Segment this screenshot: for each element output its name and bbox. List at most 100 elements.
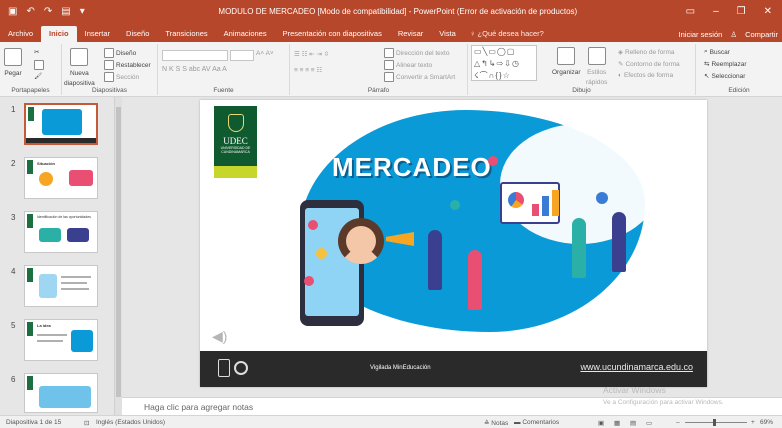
- align-buttons[interactable]: ≡ ≡ ≡ ≡ ☷: [294, 66, 322, 74]
- reading-view-icon[interactable]: ▤: [630, 419, 636, 427]
- zoom-level[interactable]: 69%: [760, 419, 773, 426]
- slide-thumbnail-6[interactable]: [24, 373, 98, 413]
- ribbon-display-icon[interactable]: ▭: [686, 6, 695, 17]
- grow-font-button[interactable]: A˄ A˅: [256, 50, 274, 57]
- styles-label: Estilos: [587, 69, 607, 76]
- text-direction-label: Dirección del texto: [396, 49, 450, 57]
- thumb-logo: [27, 376, 33, 390]
- paint-bucket-icon: ◈: [618, 49, 623, 56]
- layout-button[interactable]: Diseño: [104, 48, 136, 58]
- footer-url[interactable]: www.ucundinamarca.edu.co: [580, 362, 693, 372]
- thumbnail-scrollbar[interactable]: [114, 97, 122, 415]
- ribbon-inicio: Pegar ✂ 🖌 Portapapeles Nueva diapositiva…: [0, 42, 782, 97]
- tab-presentacion[interactable]: Presentación con diapositivas: [275, 26, 390, 42]
- format-painter-button[interactable]: 🖌: [34, 72, 42, 80]
- arrange-icon: [557, 47, 576, 65]
- signin-link[interactable]: Iniciar sesión: [679, 30, 723, 39]
- group-editing: ⌕ Buscar ⇆ Reemplazar ↖ Seleccionar Edición: [696, 44, 782, 95]
- zoom-slider[interactable]: [685, 422, 747, 423]
- notes-label: Notas: [491, 420, 509, 427]
- search-icon: ⌕: [704, 48, 708, 55]
- shape-outline-button[interactable]: ✎ Contorno de forma: [618, 60, 680, 69]
- save-icon[interactable]: ▣: [8, 6, 17, 17]
- replace-button[interactable]: ⇆ Reemplazar: [704, 60, 747, 69]
- thumb-text-line: [61, 282, 87, 284]
- reset-button[interactable]: Restablecer: [104, 60, 151, 70]
- comments-toggle[interactable]: ▬ Comentarios: [514, 419, 559, 426]
- tab-archivo[interactable]: Archivo: [0, 26, 41, 42]
- footer-circle-icon: [234, 361, 248, 375]
- new-slide-button[interactable]: Nueva diapositiva: [64, 48, 95, 88]
- tab-diseno[interactable]: Diseño: [118, 26, 157, 42]
- select-button[interactable]: ↖ Seleccionar: [704, 72, 745, 81]
- slide-thumbnail-3[interactable]: Identificación de las oportunidades: [24, 211, 98, 253]
- zoom-out-icon[interactable]: –: [676, 419, 680, 426]
- slide-thumbnail-pane: 1 2 Situación 3 Identificación de las op…: [0, 97, 122, 415]
- align-text-button[interactable]: Alinear texto: [384, 60, 432, 70]
- minimize-icon[interactable]: –: [713, 6, 719, 17]
- emoji-icon: [316, 248, 327, 259]
- notes-placeholder: Haga clic para agregar notas: [144, 402, 254, 412]
- tab-transiciones[interactable]: Transiciones: [157, 26, 215, 42]
- clipboard-icon: [4, 48, 22, 66]
- slide-thumbnail-5[interactable]: La idea: [24, 319, 98, 361]
- tab-revisar[interactable]: Revisar: [390, 26, 431, 42]
- thumb-title: La idea: [37, 323, 51, 328]
- person-illustration: [428, 230, 442, 290]
- bullets-button[interactable]: ☰ ☷ ⇤ ⇥ ⇳: [294, 50, 329, 58]
- tab-insertar[interactable]: Insertar: [77, 26, 118, 42]
- audio-icon[interactable]: ◀): [212, 328, 227, 345]
- smartart-label: Convertir a SmartArt: [396, 73, 456, 81]
- powerpoint-window: ▣ ↶ ↷ ▤ ▾ MODULO DE MERCADEO [Modo de co…: [0, 0, 782, 428]
- girl-illustration: [338, 218, 384, 264]
- scrollbar-thumb[interactable]: [116, 107, 121, 397]
- slide-counter: Diapositiva 1 de 15: [6, 419, 62, 426]
- paste-button[interactable]: Pegar: [4, 48, 22, 77]
- copy-button[interactable]: [34, 60, 44, 70]
- slideshow-icon[interactable]: ▭: [646, 419, 652, 427]
- thumb-image: [39, 386, 91, 408]
- shape-fill-button[interactable]: ◈ Relleno de forma: [618, 48, 675, 57]
- find-button[interactable]: ⌕ Buscar: [704, 48, 730, 56]
- tab-vista[interactable]: Vista: [431, 26, 464, 42]
- quick-styles-button[interactable]: Estilos rápidos: [586, 47, 607, 87]
- redo-icon[interactable]: ↷: [44, 6, 52, 17]
- spellcheck-icon[interactable]: ⊡: [84, 419, 89, 427]
- text-direction-button[interactable]: Dirección del texto: [384, 48, 449, 58]
- shape-effects-button[interactable]: ◐ Efectos de forma: [618, 72, 673, 79]
- close-icon[interactable]: ✕: [764, 6, 772, 17]
- normal-view-icon[interactable]: ▣: [598, 419, 604, 427]
- pie-chart-icon: [508, 192, 524, 208]
- restore-icon[interactable]: ❐: [737, 6, 746, 17]
- customize-qat-icon[interactable]: ▾: [80, 6, 85, 17]
- notes-toggle[interactable]: ≙ Notas: [484, 419, 508, 427]
- tell-me-box[interactable]: ♀ ¿Qué desea hacer?: [464, 26, 552, 42]
- bullets-icon: ☰ ☷ ⇤ ⇥ ⇳: [294, 51, 330, 58]
- start-presentation-icon[interactable]: ▤: [61, 6, 70, 17]
- title-bar: ▣ ↶ ↷ ▤ ▾ MODULO DE MERCADEO [Modo de co…: [0, 0, 782, 22]
- undo-icon[interactable]: ↶: [26, 6, 34, 17]
- section-button[interactable]: Sección: [104, 72, 139, 82]
- font-name-select[interactable]: [162, 50, 228, 61]
- tab-animaciones[interactable]: Animaciones: [216, 26, 275, 42]
- footer-vigilada: Vigilada MinEducación: [370, 365, 431, 371]
- font-size-select[interactable]: [230, 50, 254, 61]
- slide-sorter-icon[interactable]: ▦: [614, 419, 620, 427]
- current-slide[interactable]: UDEC UNIVERSIDAD DE CUNDINAMARCA MERCADE…: [200, 100, 707, 387]
- reset-label: Restablecer: [116, 61, 151, 69]
- share-button[interactable]: Compartir: [745, 30, 778, 39]
- organize-button[interactable]: Organizar: [552, 47, 581, 76]
- slide-thumbnail-1[interactable]: [24, 103, 98, 145]
- font-format-buttons[interactable]: N K S S abc AV Aa A: [162, 66, 227, 73]
- slide-thumbnail-2[interactable]: Situación: [24, 157, 98, 199]
- grow-font-icon: A˄ A˅: [256, 50, 274, 57]
- language-label[interactable]: Inglés (Estados Unidos): [96, 419, 165, 426]
- tab-inicio[interactable]: Inicio: [41, 26, 77, 42]
- section-label: Sección: [116, 73, 140, 81]
- share-icon[interactable]: ♙: [730, 30, 737, 39]
- smartart-button[interactable]: Convertir a SmartArt: [384, 72, 455, 82]
- zoom-in-icon[interactable]: +: [751, 419, 755, 426]
- slide-thumbnail-4[interactable]: [24, 265, 98, 307]
- zoom-slider-handle[interactable]: [713, 419, 716, 426]
- cut-button[interactable]: ✂: [34, 48, 39, 56]
